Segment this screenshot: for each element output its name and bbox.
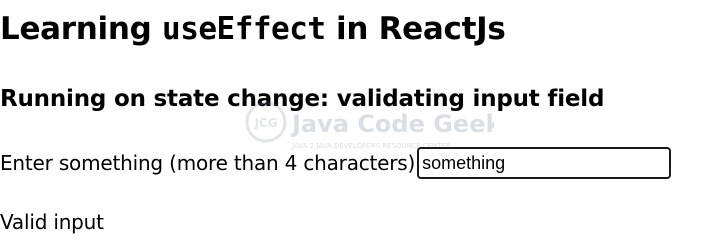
page-title: Learning useEffect in ReactJs [0,10,506,48]
text-input[interactable] [417,147,672,179]
page-title-prefix: Learning [0,11,163,47]
svg-text:Java Code Geeks: Java Code Geeks [290,110,494,138]
validation-status: Valid input [0,210,104,234]
svg-text:JCG: JCG [253,116,277,130]
section-heading: Running on state change: validating inpu… [0,86,605,112]
input-label: Enter something (more than 4 characters) [0,151,416,175]
page-title-code: useEffect [162,11,326,47]
input-row: Enter something (more than 4 characters) [0,147,672,179]
page-title-suffix: in ReactJs [325,11,506,47]
